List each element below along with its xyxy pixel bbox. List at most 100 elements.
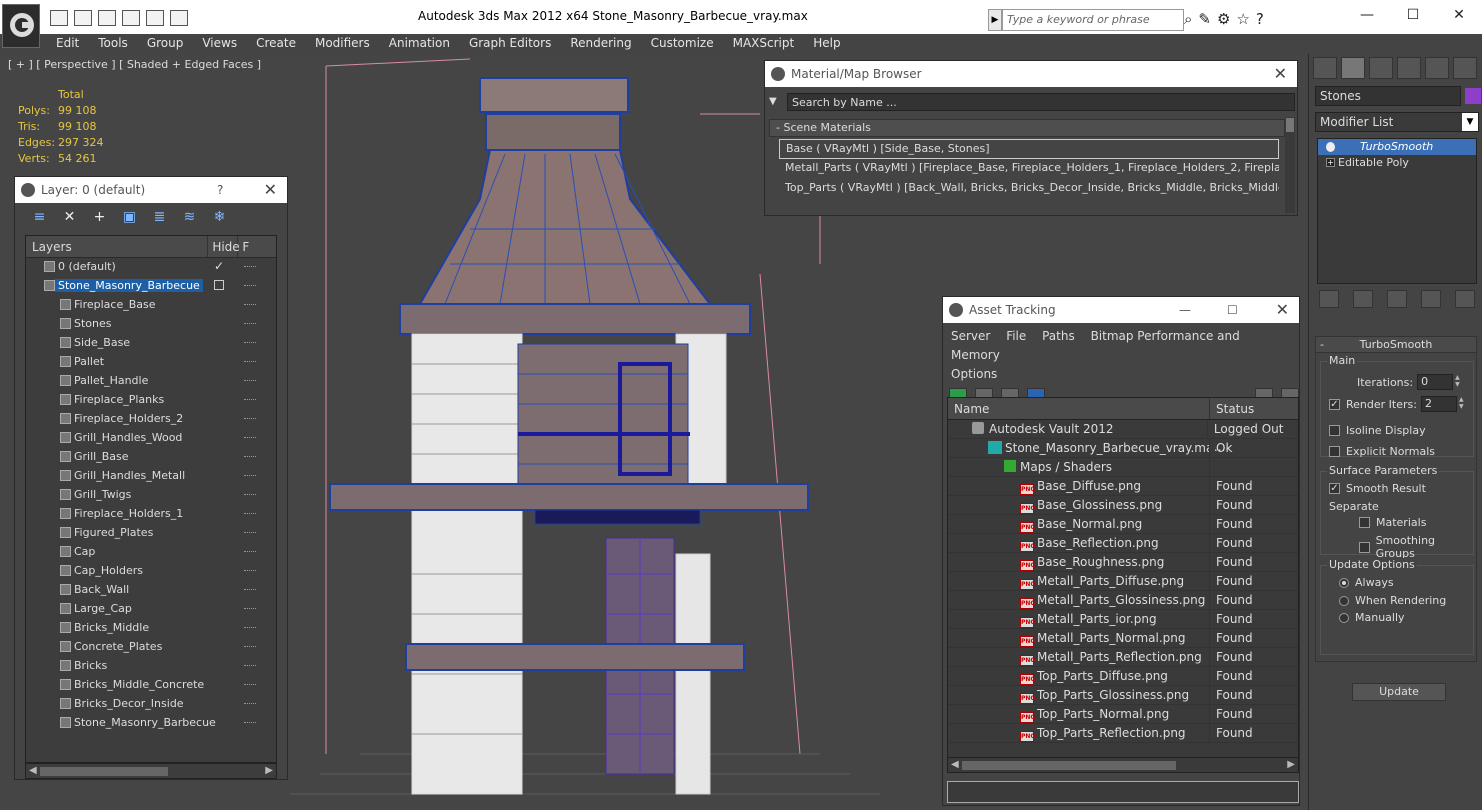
spinner-arrows-icon[interactable]: ▲ ▼ xyxy=(1455,374,1463,390)
layer-name[interactable]: Stones xyxy=(74,317,112,330)
binoculars-icon[interactable]: ⌕ xyxy=(1184,10,1192,28)
hide-toggle[interactable] xyxy=(244,456,256,458)
freeze-column-header[interactable]: F xyxy=(238,236,276,257)
asset-row[interactable]: PNG Base_Roughness.png Found xyxy=(948,553,1298,572)
layer-name[interactable]: Bricks xyxy=(74,659,107,672)
menu-edit[interactable]: Edit xyxy=(56,34,79,54)
freeze-all-layers-icon[interactable]: ❄ xyxy=(211,209,228,226)
object-name-field[interactable]: Stones xyxy=(1315,86,1461,106)
hide-toggle[interactable] xyxy=(244,380,256,382)
asset-row[interactable]: PNG Metall_Parts_Reflection.png Found xyxy=(948,648,1298,667)
layer-name[interactable]: Stone_Masonry_Barbecue xyxy=(55,279,203,292)
layer-row[interactable]: Fireplace_Planks xyxy=(26,391,276,410)
layer-row[interactable]: Figured_Plates xyxy=(26,524,276,543)
layer-row[interactable]: Grill_Handles_Wood xyxy=(26,429,276,448)
scroll-thumb[interactable] xyxy=(1286,118,1294,132)
favorites-star-icon[interactable]: ☆ xyxy=(1236,10,1249,28)
remove-modifier-icon[interactable] xyxy=(1421,290,1441,308)
hide-all-layers-icon[interactable]: ≋ xyxy=(181,209,198,226)
asset-tracking-title-bar[interactable]: Asset Tracking — ☐ ✕ xyxy=(943,297,1299,323)
stack-item-editable-poly[interactable]: + Editable Poly xyxy=(1318,155,1476,171)
menu-animation[interactable]: Animation xyxy=(389,34,450,54)
stack-item-turbosmooth[interactable]: TurboSmooth xyxy=(1318,139,1476,155)
asset-row[interactable]: PNG Top_Parts_Glossiness.png Found xyxy=(948,686,1298,705)
subscription-icon[interactable]: ⚙ xyxy=(1217,10,1230,28)
layer-row[interactable]: 0 (default) ✓ xyxy=(26,258,276,277)
status-column-header[interactable]: Status xyxy=(1210,398,1254,419)
material-search-input[interactable]: Search by Name ... xyxy=(787,93,1295,111)
delete-layer-icon[interactable]: ✕ xyxy=(61,209,78,226)
layer-name[interactable]: Grill_Handles_Metall xyxy=(74,469,185,482)
render-iters-checkbox[interactable]: ✓ xyxy=(1329,398,1340,410)
make-unique-icon[interactable] xyxy=(1387,290,1407,308)
asset-path-field[interactable] xyxy=(947,781,1299,803)
show-end-result-icon[interactable] xyxy=(1353,290,1373,308)
layer-row[interactable]: Fireplace_Holders_1 xyxy=(26,505,276,524)
menu-tools[interactable]: Tools xyxy=(98,34,128,54)
layer-row[interactable]: Bricks_Middle xyxy=(26,619,276,638)
iterations-spinner[interactable]: 0 xyxy=(1417,374,1454,390)
scroll-left-icon[interactable]: ◀ xyxy=(951,758,959,772)
asset-row[interactable]: PNG Top_Parts_Reflection.png Found xyxy=(948,724,1298,743)
viewport-label[interactable]: [ + ] [ Perspective ] [ Shaded + Edged F… xyxy=(8,58,261,71)
asset-horizontal-scrollbar[interactable]: ◀ ▶ xyxy=(947,757,1299,773)
layer-name[interactable]: Concrete_Plates xyxy=(74,640,162,653)
spinner-arrows-icon[interactable]: ▲ ▼ xyxy=(1459,396,1467,412)
redo-icon[interactable] xyxy=(170,10,188,26)
layer-row[interactable]: Pallet_Handle xyxy=(26,372,276,391)
layer-name[interactable]: Fireplace_Base xyxy=(74,298,156,311)
layer-row[interactable]: Grill_Twigs xyxy=(26,486,276,505)
layer-name[interactable]: Bricks_Middle xyxy=(74,621,149,634)
asset-maximize-button[interactable]: ☐ xyxy=(1227,297,1238,323)
scene-materials-group[interactable]: - Scene Materials xyxy=(769,119,1285,137)
asset-row[interactable]: Stone_Masonry_Barbecue_vray.max Ok xyxy=(948,439,1298,458)
layer-row[interactable]: Bricks_Decor_Inside xyxy=(26,695,276,714)
configure-modifier-sets-icon[interactable] xyxy=(1455,290,1475,308)
asset-row[interactable]: PNG Base_Diffuse.png Found xyxy=(948,477,1298,496)
highlight-layer-icon[interactable]: ≣ xyxy=(151,209,168,226)
layer-name[interactable]: Grill_Twigs xyxy=(74,488,131,501)
help-icon[interactable]: ? xyxy=(1256,10,1264,28)
layer-name[interactable]: 0 (default) xyxy=(58,260,116,273)
menu-create[interactable]: Create xyxy=(256,34,296,54)
pin-stack-icon[interactable] xyxy=(1319,290,1339,308)
layer-help-button[interactable]: ? xyxy=(217,177,223,203)
manually-radio[interactable] xyxy=(1339,612,1349,623)
isoline-checkbox[interactable] xyxy=(1329,425,1340,436)
asset-menu-paths[interactable]: Paths xyxy=(1042,329,1075,343)
layers-column-header[interactable]: Layers xyxy=(26,236,209,257)
menu-group[interactable]: Group xyxy=(147,34,184,54)
layer-row[interactable]: Pallet xyxy=(26,353,276,372)
open-file-icon[interactable] xyxy=(50,10,68,26)
menu-modifiers[interactable]: Modifiers xyxy=(315,34,370,54)
layer-row[interactable]: Fireplace_Base xyxy=(26,296,276,315)
asset-row[interactable]: PNG Base_Normal.png Found xyxy=(948,515,1298,534)
layer-name[interactable]: Pallet xyxy=(74,355,104,368)
hide-toggle[interactable] xyxy=(244,551,256,553)
project-folder-icon[interactable] xyxy=(122,10,140,26)
create-tab-icon[interactable] xyxy=(1313,57,1337,79)
asset-minimize-button[interactable]: — xyxy=(1179,297,1191,323)
hide-toggle[interactable] xyxy=(244,722,256,724)
layer-row[interactable]: Fireplace_Holders_2 xyxy=(26,410,276,429)
layer-row[interactable]: Bricks xyxy=(26,657,276,676)
layer-name[interactable]: Side_Base xyxy=(74,336,130,349)
display-tab-icon[interactable] xyxy=(1425,57,1449,79)
hide-toggle[interactable] xyxy=(244,532,256,534)
asset-menu-server[interactable]: Server xyxy=(951,329,990,343)
material-item[interactable]: Top_Parts ( VRayMtl ) [Back_Wall, Bricks… xyxy=(779,179,1279,199)
hide-toggle[interactable] xyxy=(244,304,256,306)
hide-toggle[interactable] xyxy=(244,342,256,344)
asset-menu-file[interactable]: File xyxy=(1006,329,1026,343)
layer-name[interactable]: Cap_Holders xyxy=(74,564,143,577)
minimize-button[interactable]: — xyxy=(1344,0,1390,32)
browser-options-icon[interactable]: ▼ xyxy=(769,93,787,111)
layer-name[interactable]: Large_Cap xyxy=(74,602,132,615)
layer-row[interactable]: Stones xyxy=(26,315,276,334)
asset-row[interactable]: Maps / Shaders xyxy=(948,458,1298,477)
menu-rendering[interactable]: Rendering xyxy=(570,34,631,54)
scroll-left-icon[interactable]: ◀ xyxy=(29,764,37,778)
menu-maxscript[interactable]: MAXScript xyxy=(733,34,795,54)
undo-icon[interactable] xyxy=(98,10,116,26)
layer-name[interactable]: Pallet_Handle xyxy=(74,374,148,387)
